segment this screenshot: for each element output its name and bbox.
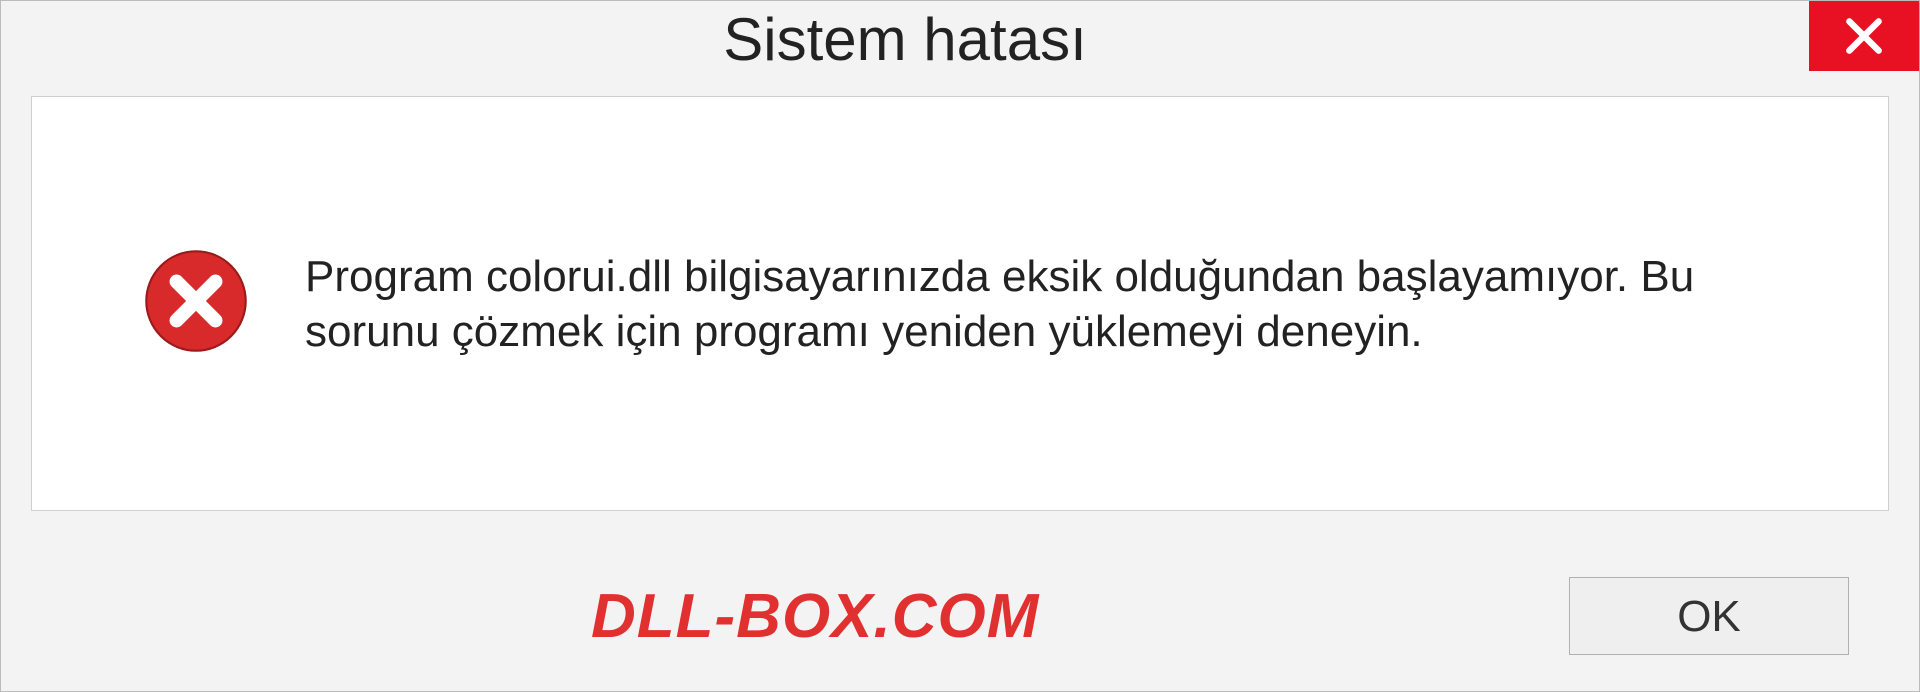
error-message: Program colorui.dll bilgisayarınızda eks… — [305, 249, 1705, 359]
close-button[interactable] — [1809, 1, 1919, 71]
error-dialog: Sistem hatası Program colorui.dll bilgis… — [0, 0, 1920, 692]
ok-button[interactable]: OK — [1569, 577, 1849, 655]
titlebar: Sistem hatası — [1, 1, 1919, 96]
close-icon — [1842, 14, 1886, 58]
dialog-body: Program colorui.dll bilgisayarınızda eks… — [31, 96, 1889, 511]
watermark-text: DLL-BOX.COM — [71, 581, 1039, 652]
dialog-footer: DLL-BOX.COM OK — [1, 541, 1919, 691]
dialog-title: Sistem hatası — [1, 1, 1809, 74]
error-icon — [142, 247, 250, 360]
